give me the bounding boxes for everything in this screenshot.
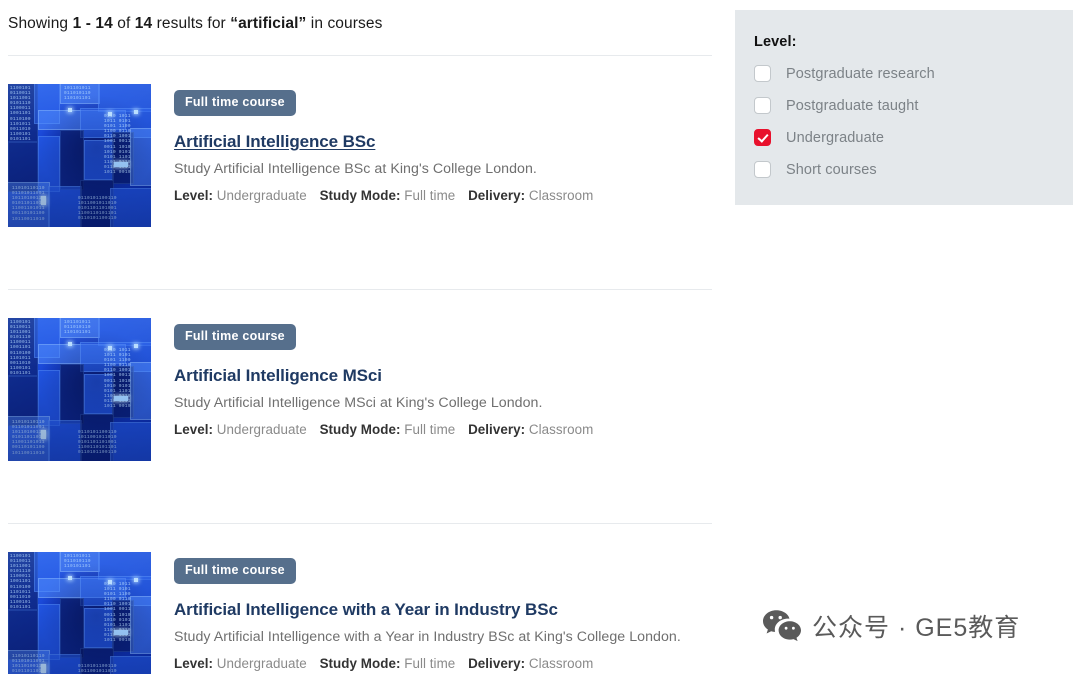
meta-level-label: Level: [174,187,214,203]
course-result-item[interactable]: 1100101 0110011 1011001 0101110 1100011 … [8,524,714,674]
course-thumbnail: 1100101 0110011 1011001 0101110 1100011 … [8,552,151,674]
course-result-item[interactable]: 1100101 0110011 1011001 0101110 1100011 … [8,56,714,227]
filter-option-short-courses[interactable]: Short courses [754,161,1073,178]
checkbox-postgraduate-taught[interactable] [754,97,771,114]
meta-delivery-label: Delivery: [468,421,526,437]
results-range-start: 1 [72,15,82,32]
watermark: 公众号 · GE5教育 [762,608,1020,644]
filter-option-undergraduate[interactable]: Undergraduate [754,129,1073,146]
filter-label-postgraduate-taught: Postgraduate taught [786,97,919,114]
filter-option-postgraduate-research[interactable]: Postgraduate research [754,65,1073,82]
meta-level-label: Level: [174,655,214,671]
meta-level-value: Undergraduate [216,655,307,671]
search-results-page: Showing 1 - 14 of 14 results for “artifi… [0,0,1080,674]
meta-level-label: Level: [174,421,214,437]
meta-delivery-value: Classroom [528,655,594,671]
meta-study-mode-value: Full time [404,187,456,203]
course-type-badge: Full time course [174,558,296,584]
results-summary-suffix: in courses [306,15,383,32]
course-title-link[interactable]: Artificial Intelligence MSci [174,366,382,386]
course-details: Full time course Artificial Intelligence… [151,318,714,437]
meta-study-mode-value: Full time [404,421,456,437]
course-thumbnail: 1100101 0110011 1011001 0101110 1100011 … [8,318,151,461]
watermark-text: 公众号 · GE5教育 [812,614,1021,642]
checkbox-short-courses[interactable] [754,161,771,178]
results-total: 14 [134,15,153,32]
results-summary-for: results for [152,15,231,32]
filter-option-postgraduate-taught[interactable]: Postgraduate taught [754,97,1073,114]
course-meta: Level: Undergraduate Study Mode: Full ti… [174,656,714,671]
meta-delivery-label: Delivery: [468,655,526,671]
checkbox-undergraduate[interactable] [754,129,771,146]
course-description: Study Artificial Intelligence BSc at Kin… [174,160,537,177]
course-details: Full time course Artificial Intelligence… [151,84,714,203]
course-description: Study Artificial Intelligence MSci at Ki… [174,394,543,411]
meta-study-mode-label: Study Mode: [319,421,401,437]
course-details: Full time course Artificial Intelligence… [151,552,714,671]
meta-delivery-label: Delivery: [468,187,526,203]
results-summary-prefix: Showing [8,15,73,32]
course-type-badge: Full time course [174,90,296,116]
results-summary-of: of [112,15,135,32]
wechat-icon [763,610,801,642]
results-column: Showing 1 - 14 of 14 results for “artifi… [8,0,714,674]
course-meta: Level: Undergraduate Study Mode: Full ti… [174,188,714,203]
course-thumbnail: 1100101 0110011 1011001 0101110 1100011 … [8,84,151,227]
course-title-link[interactable]: Artificial Intelligence BSc [174,132,375,152]
results-summary: Showing 1 - 14 of 14 results for “artifi… [8,0,714,33]
course-description: Study Artificial Intelligence with a Yea… [174,628,681,645]
filter-heading: Level: [754,34,797,50]
filter-label-short-courses: Short courses [786,161,877,178]
search-query-term: “artificial” [230,15,307,32]
level-filter-panel: Level: Postgraduate research Postgraduat… [735,10,1073,205]
meta-delivery-value: Classroom [528,421,594,437]
filter-label-undergraduate: Undergraduate [786,129,885,146]
course-meta: Level: Undergraduate Study Mode: Full ti… [174,422,714,437]
results-range-separator: - [81,15,96,32]
course-title-link[interactable]: Artificial Intelligence with a Year in I… [174,600,558,620]
meta-delivery-value: Classroom [528,187,594,203]
results-range-end: 14 [95,15,113,32]
meta-study-mode-value: Full time [404,655,456,671]
meta-study-mode-label: Study Mode: [319,655,401,671]
meta-level-value: Undergraduate [216,421,307,437]
course-type-badge: Full time course [174,324,296,350]
meta-level-value: Undergraduate [216,187,307,203]
checkbox-postgraduate-research[interactable] [754,65,771,82]
filter-label-postgraduate-research: Postgraduate research [786,65,935,82]
meta-study-mode-label: Study Mode: [319,187,401,203]
course-result-item[interactable]: 1100101 0110011 1011001 0101110 1100011 … [8,290,714,461]
